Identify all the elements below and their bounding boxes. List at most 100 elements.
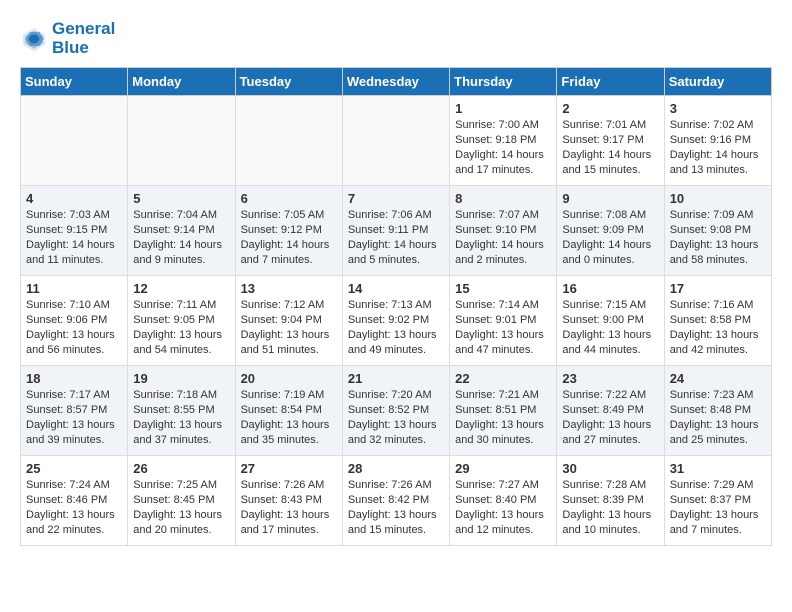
day-info: Sunset: 8:49 PM: [562, 403, 658, 418]
header-day-thursday: Thursday: [450, 68, 557, 96]
day-info: Daylight: 13 hours: [670, 418, 766, 433]
calendar-cell: 1Sunrise: 7:00 AMSunset: 9:18 PMDaylight…: [450, 96, 557, 186]
day-info: and 42 minutes.: [670, 343, 766, 358]
day-number: 23: [562, 371, 658, 386]
day-info: Sunrise: 7:25 AM: [133, 478, 229, 493]
day-info: Sunset: 8:48 PM: [670, 403, 766, 418]
day-info: Daylight: 13 hours: [562, 328, 658, 343]
day-number: 17: [670, 281, 766, 296]
day-info: Sunrise: 7:07 AM: [455, 208, 551, 223]
calendar-cell: 5Sunrise: 7:04 AMSunset: 9:14 PMDaylight…: [128, 186, 235, 276]
calendar-cell: 28Sunrise: 7:26 AMSunset: 8:42 PMDayligh…: [342, 456, 449, 546]
day-info: and 39 minutes.: [26, 433, 122, 448]
calendar-cell: 27Sunrise: 7:26 AMSunset: 8:43 PMDayligh…: [235, 456, 342, 546]
day-info: Sunrise: 7:01 AM: [562, 118, 658, 133]
day-number: 19: [133, 371, 229, 386]
day-info: Daylight: 13 hours: [670, 508, 766, 523]
day-info: Daylight: 13 hours: [133, 418, 229, 433]
day-info: and 54 minutes.: [133, 343, 229, 358]
day-info: Daylight: 13 hours: [670, 238, 766, 253]
day-info: Sunrise: 7:24 AM: [26, 478, 122, 493]
day-info: Sunrise: 7:12 AM: [241, 298, 337, 313]
day-info: and 58 minutes.: [670, 253, 766, 268]
header-day-saturday: Saturday: [664, 68, 771, 96]
day-number: 13: [241, 281, 337, 296]
day-info: Sunrise: 7:04 AM: [133, 208, 229, 223]
day-info: Sunset: 9:05 PM: [133, 313, 229, 328]
header-row: SundayMondayTuesdayWednesdayThursdayFrid…: [21, 68, 772, 96]
day-info: and 15 minutes.: [348, 523, 444, 538]
day-info: Sunset: 8:54 PM: [241, 403, 337, 418]
calendar-cell: 13Sunrise: 7:12 AMSunset: 9:04 PMDayligh…: [235, 276, 342, 366]
day-number: 26: [133, 461, 229, 476]
day-info: Sunset: 9:09 PM: [562, 223, 658, 238]
day-info: Sunset: 9:18 PM: [455, 133, 551, 148]
calendar-cell: 19Sunrise: 7:18 AMSunset: 8:55 PMDayligh…: [128, 366, 235, 456]
day-number: 4: [26, 191, 122, 206]
day-info: Sunset: 8:37 PM: [670, 493, 766, 508]
calendar-cell: 9Sunrise: 7:08 AMSunset: 9:09 PMDaylight…: [557, 186, 664, 276]
day-info: Sunrise: 7:05 AM: [241, 208, 337, 223]
day-number: 7: [348, 191, 444, 206]
header-day-monday: Monday: [128, 68, 235, 96]
day-info: Sunrise: 7:26 AM: [348, 478, 444, 493]
calendar-cell: 20Sunrise: 7:19 AMSunset: 8:54 PMDayligh…: [235, 366, 342, 456]
day-info: Sunset: 8:43 PM: [241, 493, 337, 508]
calendar-cell: 2Sunrise: 7:01 AMSunset: 9:17 PMDaylight…: [557, 96, 664, 186]
day-number: 20: [241, 371, 337, 386]
day-info: Sunset: 9:16 PM: [670, 133, 766, 148]
day-number: 2: [562, 101, 658, 116]
day-info: and 27 minutes.: [562, 433, 658, 448]
calendar-cell: 18Sunrise: 7:17 AMSunset: 8:57 PMDayligh…: [21, 366, 128, 456]
day-info: Daylight: 13 hours: [455, 508, 551, 523]
day-info: Sunrise: 7:02 AM: [670, 118, 766, 133]
day-info: Daylight: 13 hours: [670, 328, 766, 343]
day-info: and 35 minutes.: [241, 433, 337, 448]
day-number: 8: [455, 191, 551, 206]
day-info: and 10 minutes.: [562, 523, 658, 538]
day-info: Sunrise: 7:29 AM: [670, 478, 766, 493]
header-day-wednesday: Wednesday: [342, 68, 449, 96]
day-info: Sunset: 9:10 PM: [455, 223, 551, 238]
day-info: Sunrise: 7:18 AM: [133, 388, 229, 403]
day-info: Sunset: 8:42 PM: [348, 493, 444, 508]
day-info: Sunrise: 7:00 AM: [455, 118, 551, 133]
day-info: Sunrise: 7:20 AM: [348, 388, 444, 403]
day-info: Sunrise: 7:03 AM: [26, 208, 122, 223]
day-info: Sunrise: 7:10 AM: [26, 298, 122, 313]
day-info: Sunset: 9:04 PM: [241, 313, 337, 328]
logo: General Blue: [20, 20, 115, 57]
day-info: Daylight: 13 hours: [133, 508, 229, 523]
calendar-cell: 6Sunrise: 7:05 AMSunset: 9:12 PMDaylight…: [235, 186, 342, 276]
day-info: Daylight: 13 hours: [26, 418, 122, 433]
day-info: Daylight: 13 hours: [455, 418, 551, 433]
page-header: General Blue: [20, 20, 772, 57]
day-number: 25: [26, 461, 122, 476]
day-info: and 2 minutes.: [455, 253, 551, 268]
day-number: 10: [670, 191, 766, 206]
day-info: Sunset: 9:08 PM: [670, 223, 766, 238]
day-number: 5: [133, 191, 229, 206]
day-info: Sunset: 9:02 PM: [348, 313, 444, 328]
day-info: Sunrise: 7:22 AM: [562, 388, 658, 403]
day-info: Daylight: 14 hours: [562, 238, 658, 253]
day-info: Sunset: 9:17 PM: [562, 133, 658, 148]
day-info: Daylight: 13 hours: [562, 508, 658, 523]
calendar-cell: [342, 96, 449, 186]
day-info: and 32 minutes.: [348, 433, 444, 448]
header-day-tuesday: Tuesday: [235, 68, 342, 96]
calendar-cell: 4Sunrise: 7:03 AMSunset: 9:15 PMDaylight…: [21, 186, 128, 276]
week-row-3: 11Sunrise: 7:10 AMSunset: 9:06 PMDayligh…: [21, 276, 772, 366]
day-info: Sunset: 9:01 PM: [455, 313, 551, 328]
day-info: and 7 minutes.: [241, 253, 337, 268]
calendar-cell: 15Sunrise: 7:14 AMSunset: 9:01 PMDayligh…: [450, 276, 557, 366]
day-info: Sunrise: 7:09 AM: [670, 208, 766, 223]
day-info: Sunset: 9:06 PM: [26, 313, 122, 328]
week-row-1: 1Sunrise: 7:00 AMSunset: 9:18 PMDaylight…: [21, 96, 772, 186]
day-number: 27: [241, 461, 337, 476]
calendar-cell: 24Sunrise: 7:23 AMSunset: 8:48 PMDayligh…: [664, 366, 771, 456]
day-info: Daylight: 13 hours: [26, 328, 122, 343]
day-info: and 17 minutes.: [241, 523, 337, 538]
day-info: Sunset: 8:51 PM: [455, 403, 551, 418]
day-info: Daylight: 13 hours: [241, 418, 337, 433]
